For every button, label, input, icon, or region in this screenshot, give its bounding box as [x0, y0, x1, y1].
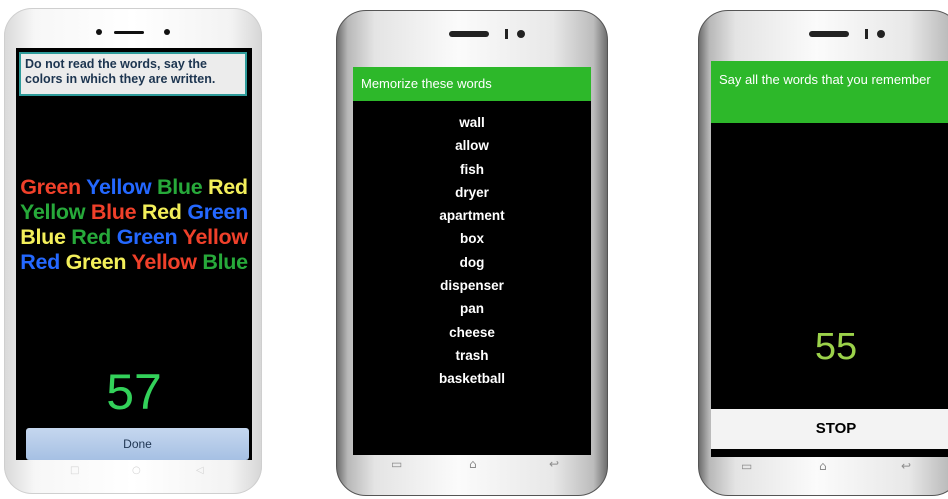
stroop-word-grid: Green Yellow Blue Red Yellow Blue Red Gre…	[16, 175, 252, 275]
list-item: basketball	[438, 371, 506, 387]
sensor-line	[505, 29, 508, 39]
stroop-word: Green	[187, 200, 248, 224]
home-icon[interactable]: ⌂	[819, 459, 827, 473]
done-button[interactable]: Done	[26, 428, 249, 460]
front-camera-icon	[96, 29, 102, 35]
front-camera-icon	[517, 30, 525, 38]
list-item: pan	[459, 301, 484, 317]
speaker-grille	[114, 31, 144, 34]
back-triangle-icon[interactable]: ◁	[196, 465, 204, 476]
navigation-bar: ▭ ⌂ ↩	[353, 457, 591, 479]
front-camera-icon	[877, 30, 885, 38]
stroop-word: Blue	[156, 175, 203, 199]
phone-stroop-test: Do not read the words, say the colors in…	[4, 8, 262, 494]
phone-memorize: Memorize these words wall allow fish dryer a…	[336, 10, 608, 496]
stroop-word: Yellow	[86, 175, 152, 199]
stroop-row: Red Green Yellow Blue	[16, 250, 252, 275]
home-icon[interactable]: ⌂	[469, 457, 477, 471]
navigation-bar: ▭ ⌂ ↩	[711, 459, 948, 481]
stroop-word: Red	[20, 250, 60, 274]
list-item: wall	[459, 115, 485, 130]
list-item: box	[459, 231, 484, 247]
stop-button[interactable]: STOP	[711, 409, 948, 449]
list-item: dispenser	[440, 278, 504, 294]
list-item: apartment	[439, 208, 505, 224]
stroop-row: Green Yellow Blue Red	[16, 175, 252, 200]
phone-recall: Say all the words that you remember 55 S…	[698, 10, 948, 496]
stroop-word: Red	[208, 175, 248, 199]
instruction-banner: Do not read the words, say the colors in…	[19, 52, 247, 96]
countdown-timer: 55	[814, 326, 858, 368]
stroop-row: Yellow Blue Red Green	[16, 200, 252, 225]
navigation-bar: □ ○ ◁	[16, 460, 252, 482]
recall-screen: Say all the words that you remember 55 S…	[711, 61, 948, 457]
speaker-grille	[449, 31, 489, 37]
stroop-word: Green	[116, 225, 178, 249]
square-icon[interactable]: □	[70, 465, 79, 476]
stroop-word: Green	[20, 175, 81, 199]
screen-title: Memorize these words	[353, 67, 591, 101]
stroop-row: Blue Red Green Yellow	[16, 225, 252, 250]
speaker-grille	[809, 31, 849, 37]
list-item: fish	[459, 161, 484, 177]
screen-title: Say all the words that you remember	[711, 61, 948, 123]
back-icon[interactable]: ↩	[549, 457, 559, 471]
stroop-word: Green	[65, 250, 127, 274]
recent-apps-icon[interactable]: ▭	[741, 459, 752, 473]
stroop-word: Red	[71, 225, 112, 249]
stroop-word: Blue	[90, 200, 137, 224]
stroop-word: Red	[141, 200, 182, 224]
sensor-line	[865, 29, 868, 39]
word-list: wall allow fish dryer apartment box dog dispens…	[353, 111, 591, 391]
stroop-word: Yellow	[131, 250, 197, 274]
stroop-word: Blue	[20, 225, 66, 249]
list-item: dryer	[455, 184, 489, 200]
stroop-word: Yellow	[182, 225, 248, 249]
list-item: trash	[455, 347, 489, 363]
list-item: dog	[459, 254, 485, 270]
stroop-word: Yellow	[20, 200, 86, 224]
stroop-screen: Do not read the words, say the colors in…	[16, 48, 252, 460]
list-item: cheese	[449, 324, 495, 340]
back-icon[interactable]: ↩	[901, 459, 911, 473]
list-item: allow	[455, 138, 489, 154]
countdown-timer: 57	[106, 364, 162, 420]
stroop-word: Blue	[202, 250, 248, 274]
recent-apps-icon[interactable]: ▭	[391, 457, 402, 471]
memorize-screen: Memorize these words wall allow fish dryer a…	[353, 67, 591, 455]
circle-icon[interactable]: ○	[132, 465, 141, 476]
sensor-icon	[164, 29, 170, 35]
instruction-bold-text: Do not read the words,	[25, 57, 161, 71]
